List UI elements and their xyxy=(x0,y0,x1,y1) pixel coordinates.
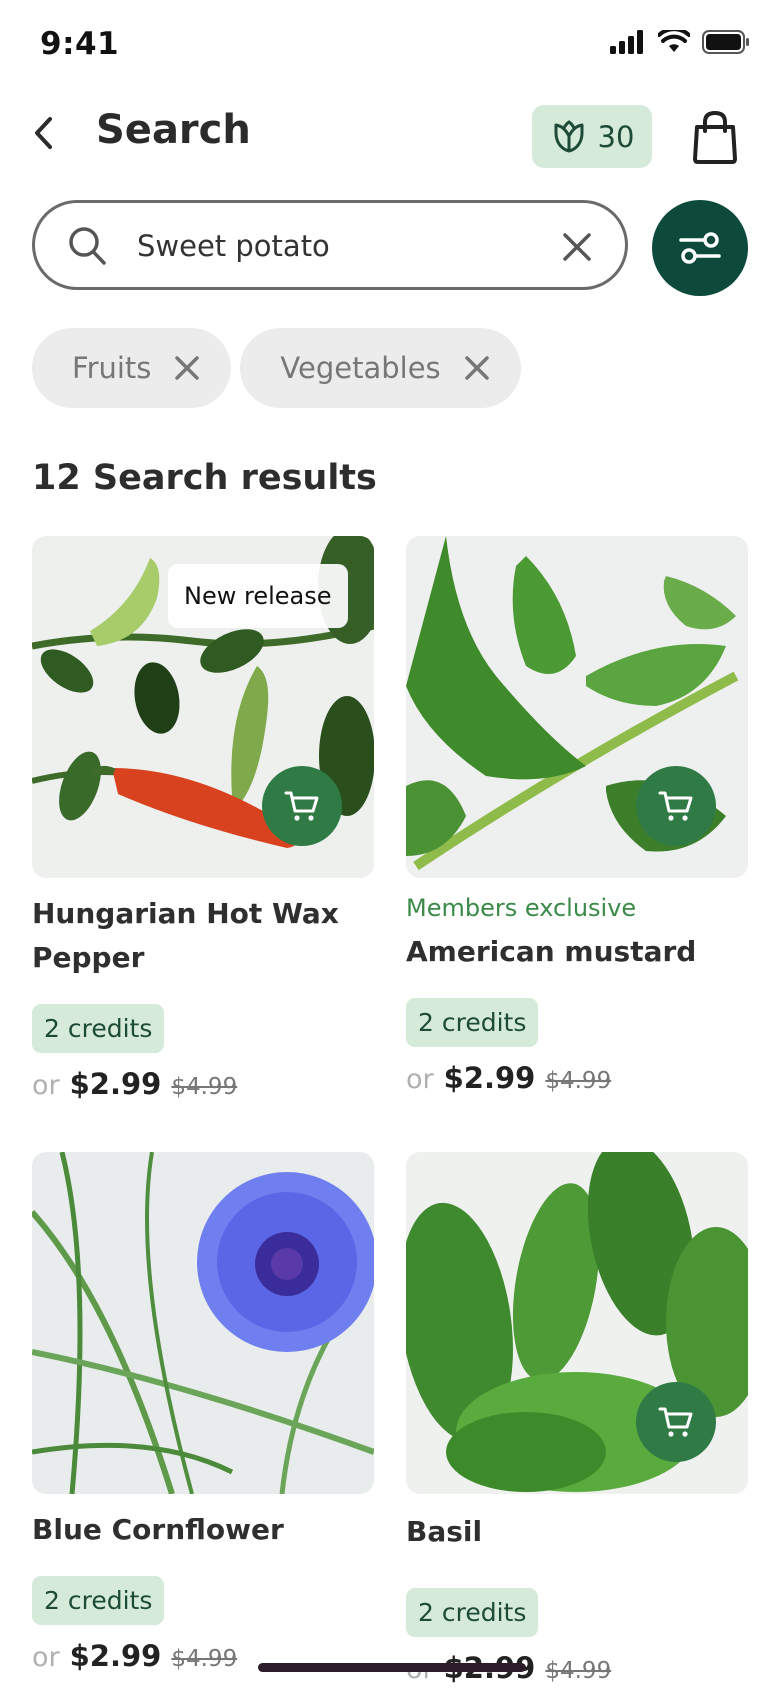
credit-price-badge: 2 credits xyxy=(32,1004,165,1053)
original-price: $4.99 xyxy=(171,1074,238,1100)
price: $2.99 xyxy=(69,1639,162,1673)
shopping-bag-icon xyxy=(693,110,737,164)
price-or: or xyxy=(32,1642,60,1673)
credit-price-badge: 2 credits xyxy=(406,998,539,1047)
cart-icon xyxy=(658,1407,693,1437)
original-price: $4.99 xyxy=(545,1658,612,1684)
home-indicator[interactable] xyxy=(258,1663,526,1672)
original-price: $4.99 xyxy=(171,1646,238,1672)
results-title: 12 Search results xyxy=(32,458,377,498)
new-release-badge: New release xyxy=(168,564,348,628)
add-to-cart-button[interactable] xyxy=(636,766,716,846)
battery-icon xyxy=(702,30,749,54)
cart-icon xyxy=(284,791,319,821)
price: $2.99 xyxy=(443,1061,536,1095)
chip-close-icon[interactable] xyxy=(173,354,201,382)
chip-close-icon[interactable] xyxy=(463,354,491,382)
product-image[interactable]: New release xyxy=(32,536,374,878)
credit-price-badge: 2 credits xyxy=(32,1576,165,1625)
clear-search-button[interactable] xyxy=(557,227,597,267)
filter-button[interactable] xyxy=(652,200,748,296)
status-time: 9:41 xyxy=(40,26,120,62)
product-name[interactable]: Hungarian Hot Wax Pepper xyxy=(32,892,374,980)
members-exclusive-tag: Members exclusive xyxy=(406,894,637,922)
clear-icon xyxy=(563,233,591,261)
search-input[interactable] xyxy=(135,217,539,275)
original-price: $4.99 xyxy=(545,1068,612,1094)
filter-chips: Fruits Vegetables xyxy=(32,328,521,408)
product-card[interactable]: New release Hungarian Hot Wax Pepper 2 c… xyxy=(32,536,374,1101)
product-card[interactable]: Basil 2 credits or $2.99 $4.99 xyxy=(406,1152,748,1685)
filter-chip-label: Vegetables xyxy=(280,351,441,385)
credits-balance-badge[interactable]: 30 xyxy=(532,105,652,168)
product-name[interactable]: American mustard xyxy=(406,930,748,974)
product-name[interactable]: Blue Cornflower xyxy=(32,1508,374,1552)
credit-price-badge: 2 credits xyxy=(406,1588,539,1637)
wifi-icon xyxy=(658,30,690,52)
page-title: Search xyxy=(96,107,251,153)
product-card[interactable]: Members exclusive American mustard 2 cre… xyxy=(406,536,748,1095)
shopping-bag-button[interactable] xyxy=(690,109,740,165)
signal-icon xyxy=(610,30,643,54)
price-or: or xyxy=(32,1070,60,1101)
price-row: or $2.99 $4.99 xyxy=(406,1061,748,1095)
filter-chip-label: Fruits xyxy=(72,351,152,385)
product-image[interactable] xyxy=(406,536,748,878)
search-box xyxy=(32,200,628,290)
credits-count: 30 xyxy=(597,119,635,154)
header: Search 30 xyxy=(0,95,780,175)
filter-icon xyxy=(679,232,721,264)
add-to-cart-button[interactable] xyxy=(262,766,342,846)
product-name[interactable]: Basil xyxy=(406,1510,748,1554)
cart-icon xyxy=(658,791,693,821)
back-arrow-icon xyxy=(35,117,52,149)
filter-chip-fruits[interactable]: Fruits xyxy=(32,328,232,408)
add-to-cart-button[interactable] xyxy=(636,1382,716,1462)
price-or: or xyxy=(406,1064,434,1095)
cornflower-photo xyxy=(32,1152,374,1494)
leaf-icon xyxy=(554,119,584,152)
product-image[interactable] xyxy=(32,1152,374,1494)
status-icons xyxy=(610,30,750,54)
status-bar: 9:41 xyxy=(0,0,780,90)
search-icon xyxy=(69,227,106,265)
product-image[interactable] xyxy=(406,1152,748,1494)
filter-chip-vegetables[interactable]: Vegetables xyxy=(240,328,521,408)
product-card[interactable]: Blue Cornflower 2 credits or $2.99 $4.99 xyxy=(32,1152,374,1673)
price: $2.99 xyxy=(69,1067,162,1101)
back-button[interactable] xyxy=(24,113,64,153)
price-row: or $2.99 $4.99 xyxy=(32,1067,374,1101)
